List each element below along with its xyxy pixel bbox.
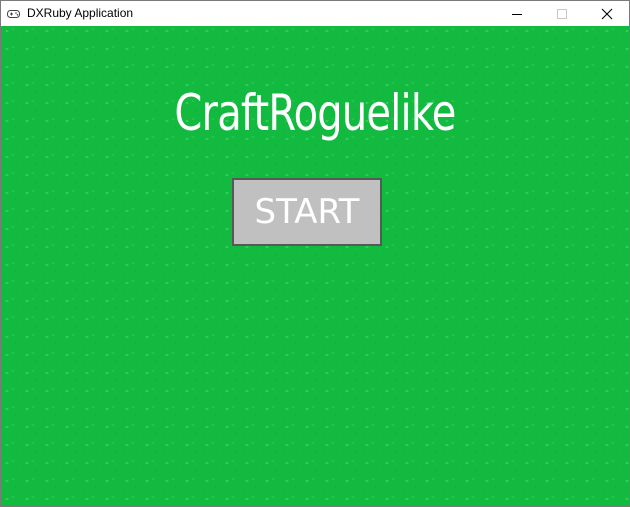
game-canvas[interactable]: CraftRoguelike START [1,26,629,506]
start-button-label: START [254,192,360,232]
title-bar[interactable]: DXRuby Application [1,1,629,26]
game-title: CraftRoguelike [174,84,456,142]
start-button[interactable]: START [232,178,382,246]
close-icon [601,8,612,19]
maximize-icon [556,8,567,19]
gamepad-icon [7,10,20,18]
close-button[interactable] [584,1,629,26]
window-title: DXRuby Application [27,6,134,20]
minimize-button[interactable] [494,1,539,26]
application-window: DXRuby Application CraftRoguelike START [0,0,630,507]
minimize-icon [511,13,522,15]
maximize-button[interactable] [539,1,584,26]
